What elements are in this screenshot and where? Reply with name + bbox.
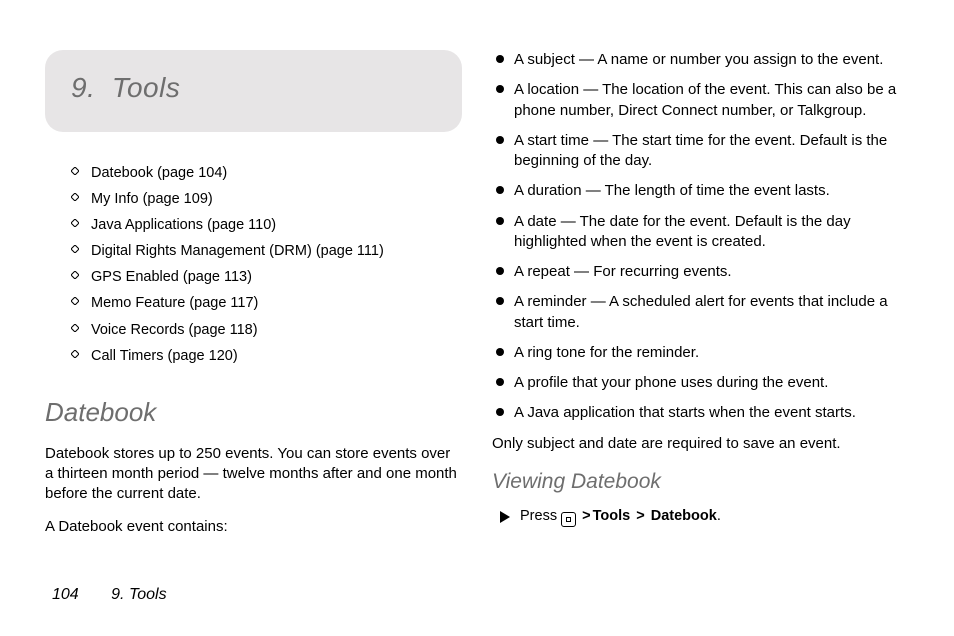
event-field-list: A subject — A name or number you assign …	[492, 50, 909, 424]
page-number: 104	[52, 586, 79, 603]
toc-label: Call Timers (page 120)	[91, 348, 238, 364]
list-item: A subject — A name or number you assign …	[496, 50, 909, 70]
step-text: Press >Tools > Datebook.	[520, 508, 721, 527]
list-text: A ring tone for the reminder.	[514, 344, 699, 361]
diamond-icon	[71, 219, 79, 227]
toc-item: Java Applications (page 110)	[71, 212, 462, 238]
triangle-icon	[500, 511, 510, 523]
list-text: A Java application that starts when the …	[514, 404, 856, 421]
diamond-icon	[71, 167, 79, 175]
list-item: A repeat — For recurring events.	[496, 262, 909, 282]
toc-label: GPS Enabled (page 113)	[91, 269, 252, 285]
toc-label: My Info (page 109)	[91, 191, 213, 207]
toc-label: Datebook (page 104)	[91, 165, 227, 181]
list-item: A start time — The start time for the ev…	[496, 131, 909, 172]
toc-item: GPS Enabled (page 113)	[71, 264, 462, 290]
list-item: A location — The location of the event. …	[496, 80, 909, 121]
list-item: A profile that your phone uses during th…	[496, 373, 909, 393]
step-path-2: Datebook	[651, 508, 717, 524]
toc-label: Memo Feature (page 117)	[91, 295, 258, 311]
list-text: A start time — The start time for the ev…	[514, 132, 887, 169]
toc-item: Digital Rights Management (DRM) (page 11…	[71, 238, 462, 264]
diamond-icon	[71, 245, 79, 253]
list-text: A profile that your phone uses during th…	[514, 374, 828, 391]
toc-item: My Info (page 109)	[71, 186, 462, 212]
required-note: Only subject and date are required to sa…	[492, 434, 909, 454]
two-column-layout: 9. Tools Datebook (page 104) My Info (pa…	[45, 50, 909, 549]
list-item: A Java application that starts when the …	[496, 403, 909, 423]
diamond-icon	[71, 350, 79, 358]
gt-icon: >	[630, 508, 651, 524]
list-text: A duration — The length of time the even…	[514, 182, 830, 199]
table-of-contents: Datebook (page 104) My Info (page 109) J…	[45, 160, 462, 369]
list-item: A reminder — A scheduled alert for event…	[496, 292, 909, 333]
list-item: A date — The date for the event. Default…	[496, 212, 909, 253]
toc-item: Voice Records (page 118)	[71, 317, 462, 343]
toc-item: Datebook (page 104)	[71, 160, 462, 186]
datebook-intro: Datebook stores up to 250 events. You ca…	[45, 444, 462, 505]
step-verb: Press	[520, 508, 557, 524]
datebook-lead: A Datebook event contains:	[45, 517, 462, 537]
list-item: A duration — The length of time the even…	[496, 181, 909, 201]
step-row: Press >Tools > Datebook.	[492, 508, 909, 527]
section-heading-datebook: Datebook	[45, 397, 462, 428]
left-column: 9. Tools Datebook (page 104) My Info (pa…	[45, 50, 462, 549]
step-path-1: Tools	[593, 508, 631, 524]
page: 9. Tools Datebook (page 104) My Info (pa…	[0, 0, 954, 636]
toc-item: Memo Feature (page 117)	[71, 290, 462, 316]
diamond-icon	[71, 271, 79, 279]
list-item: A ring tone for the reminder.	[496, 343, 909, 363]
list-text: A subject — A name or number you assign …	[514, 51, 883, 68]
chapter-title: 9. Tools	[71, 72, 436, 104]
chapter-number: 9.	[71, 72, 95, 103]
diamond-icon	[71, 324, 79, 332]
subsection-heading-viewing: Viewing Datebook	[492, 470, 909, 494]
diamond-icon	[71, 297, 79, 305]
toc-label: Digital Rights Management (DRM) (page 11…	[91, 243, 384, 259]
toc-item: Call Timers (page 120)	[71, 343, 462, 369]
toc-label: Voice Records (page 118)	[91, 322, 258, 338]
running-title: 9. Tools	[111, 586, 166, 603]
chapter-name: Tools	[112, 72, 180, 103]
list-text: A location — The location of the event. …	[514, 81, 896, 118]
gt-icon: >	[580, 508, 592, 524]
ok-key-icon	[561, 512, 576, 527]
list-text: A date — The date for the event. Default…	[514, 213, 851, 250]
chapter-banner: 9. Tools	[45, 50, 462, 132]
toc-label: Java Applications (page 110)	[91, 217, 276, 233]
page-footer: 104 9. Tools	[52, 586, 167, 604]
diamond-icon	[71, 193, 79, 201]
list-text: A reminder — A scheduled alert for event…	[514, 293, 888, 330]
right-column: A subject — A name or number you assign …	[492, 50, 909, 549]
list-text: A repeat — For recurring events.	[514, 263, 732, 280]
